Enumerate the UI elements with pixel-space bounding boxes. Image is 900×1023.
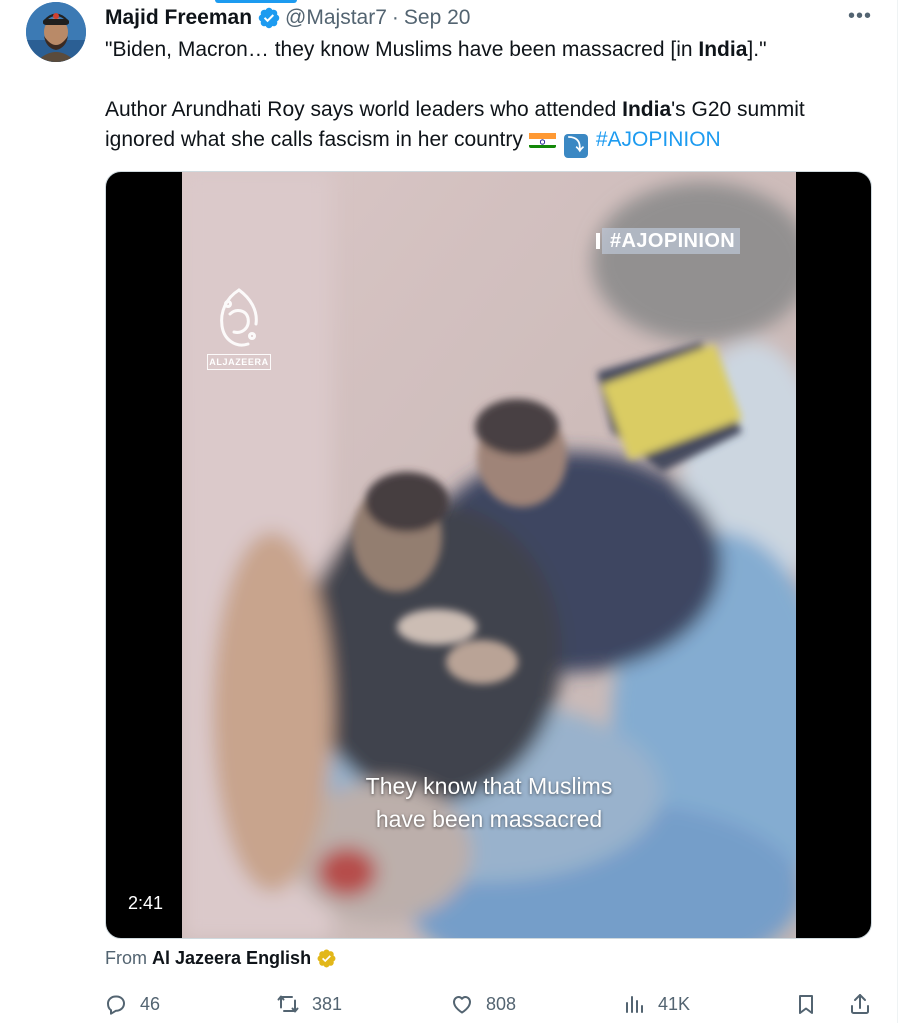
arrow-down-right-icon: ⤵ — [563, 134, 588, 158]
more-options-button[interactable]: ••• — [844, 2, 876, 30]
share-button[interactable] — [848, 987, 872, 1021]
quote-bold-word: India — [698, 38, 748, 61]
bookmark-icon — [799, 995, 813, 1014]
source-prefix: From — [105, 947, 147, 968]
repost-icon — [277, 995, 299, 1013]
analytics-icon — [626, 996, 643, 1013]
more-icon: ••• — [847, 4, 872, 27]
video-hashtag-overlay: #AJOPINION — [595, 228, 741, 254]
quote-text-end: ]." — [747, 38, 767, 61]
tweet-action-bar: 46 381 808 41K — [100, 987, 880, 1021]
reply-count: 46 — [140, 993, 161, 1014]
body-text-start: Author Arundhati Roy says world leaders … — [105, 98, 623, 121]
source-account-link[interactable]: Al Jazeera English — [152, 948, 311, 969]
tweet-body-line: Author Arundhati Roy says world leaders … — [105, 95, 875, 158]
tweet-text: "Biden, Macron… they know Muslims have b… — [105, 35, 875, 158]
verified-badge-icon[interactable] — [257, 6, 281, 30]
india-flag-icon — [528, 130, 556, 148]
timeline-border — [897, 0, 898, 1023]
gold-verified-badge-icon[interactable] — [316, 948, 337, 969]
share-icon — [851, 994, 869, 1014]
separator-dot: · — [391, 6, 399, 29]
reply-icon — [107, 995, 125, 1015]
avatar-image — [26, 2, 86, 62]
video-subtitle: They know that Muslims have been massacr… — [182, 770, 796, 836]
top-accent-bar — [215, 0, 297, 3]
repost-button[interactable]: 381 — [276, 987, 342, 1021]
subtitle-line-2: have been massacred — [375, 806, 603, 832]
like-button[interactable]: 808 — [450, 987, 516, 1021]
hashtag-link[interactable]: #AJOPINION — [596, 128, 721, 151]
avatar[interactable] — [26, 2, 86, 62]
tweet-header: Majid Freeman @Majstar7 · Sep 20 — [105, 4, 470, 32]
views-count: 41K — [658, 993, 691, 1014]
bookmark-button[interactable] — [794, 987, 818, 1021]
video-source: From Al Jazeera English — [105, 945, 337, 971]
tweet-date[interactable]: Sep 20 — [404, 6, 471, 30]
video-duration-badge: 2:41 — [120, 890, 172, 917]
reply-button[interactable]: 46 — [104, 987, 160, 1021]
quote-text-start: "Biden, Macron… they know Muslims have b… — [105, 38, 699, 61]
subtitle-line-1: They know that Muslims — [365, 773, 613, 799]
al-jazeera-wordmark: ALJAZEERA — [207, 354, 271, 370]
heart-icon — [453, 996, 471, 1014]
repost-count: 381 — [312, 993, 343, 1014]
like-count: 808 — [486, 993, 517, 1014]
author-handle[interactable]: @Majstar7 — [285, 6, 387, 30]
video-player[interactable]: #AJOPINION ALJAZEERA They know that Musl… — [105, 171, 872, 939]
tweet-quote-line: "Biden, Macron… they know Muslims have b… — [105, 35, 875, 65]
body-bold-word: India — [622, 98, 672, 121]
views-button[interactable]: 41K — [622, 987, 690, 1021]
author-name[interactable]: Majid Freeman — [105, 6, 252, 30]
